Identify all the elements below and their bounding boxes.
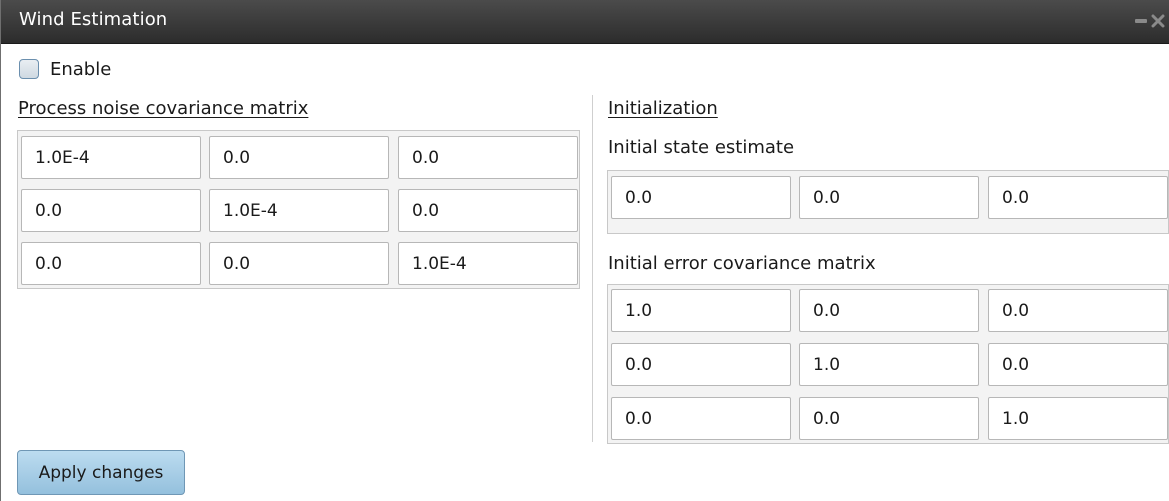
initial-error-label: Initial error covariance matrix — [608, 253, 876, 274]
initial-error-cell-1-2[interactable] — [988, 343, 1168, 386]
initial-state-cell-2[interactable] — [988, 176, 1168, 219]
process-noise-cell-0-1[interactable] — [209, 136, 389, 179]
process-noise-cell-0-2[interactable] — [398, 136, 578, 179]
initial-error-cell-2-1[interactable] — [799, 397, 979, 440]
initial-error-cell-0-0[interactable] — [611, 289, 791, 332]
initial-error-matrix — [607, 284, 1169, 444]
initial-state-label: Initial state estimate — [608, 137, 795, 158]
wind-estimation-window: Wind Estimation Enable Process noise cov… — [0, 0, 1169, 501]
process-noise-cell-0-0[interactable] — [21, 136, 201, 179]
process-noise-cell-2-1[interactable] — [209, 242, 389, 285]
minimize-icon[interactable] — [1135, 19, 1147, 23]
close-icon[interactable] — [1151, 11, 1165, 31]
initial-error-cell-1-1[interactable] — [799, 343, 979, 386]
enable-label: Enable — [50, 58, 112, 80]
initial-state-cell-1[interactable] — [799, 176, 979, 219]
initial-state-cell-0[interactable] — [611, 176, 791, 219]
initial-state-row — [607, 170, 1169, 234]
process-noise-cell-2-0[interactable] — [21, 242, 201, 285]
initial-error-cell-2-0[interactable] — [611, 397, 791, 440]
window-title: Wind Estimation — [19, 9, 168, 30]
initial-error-cell-1-0[interactable] — [611, 343, 791, 386]
initial-error-cell-0-1[interactable] — [799, 289, 979, 332]
enable-checkbox[interactable] — [19, 59, 39, 79]
column-divider — [592, 95, 593, 442]
process-noise-matrix — [17, 130, 580, 289]
enable-checkbox-row[interactable]: Enable — [19, 57, 111, 81]
title-bar: Wind Estimation — [1, 0, 1169, 44]
process-noise-cell-1-1[interactable] — [209, 189, 389, 232]
initial-error-cell-0-2[interactable] — [988, 289, 1168, 332]
window-controls — [1135, 11, 1165, 31]
process-noise-cell-1-0[interactable] — [21, 189, 201, 232]
process-noise-cell-1-2[interactable] — [398, 189, 578, 232]
process-noise-label: Process noise covariance matrix — [18, 98, 309, 119]
apply-changes-button[interactable]: Apply changes — [17, 450, 185, 495]
process-noise-cell-2-2[interactable] — [398, 242, 578, 285]
initialization-label: Initialization — [608, 98, 718, 119]
initial-error-cell-2-2[interactable] — [988, 397, 1168, 440]
